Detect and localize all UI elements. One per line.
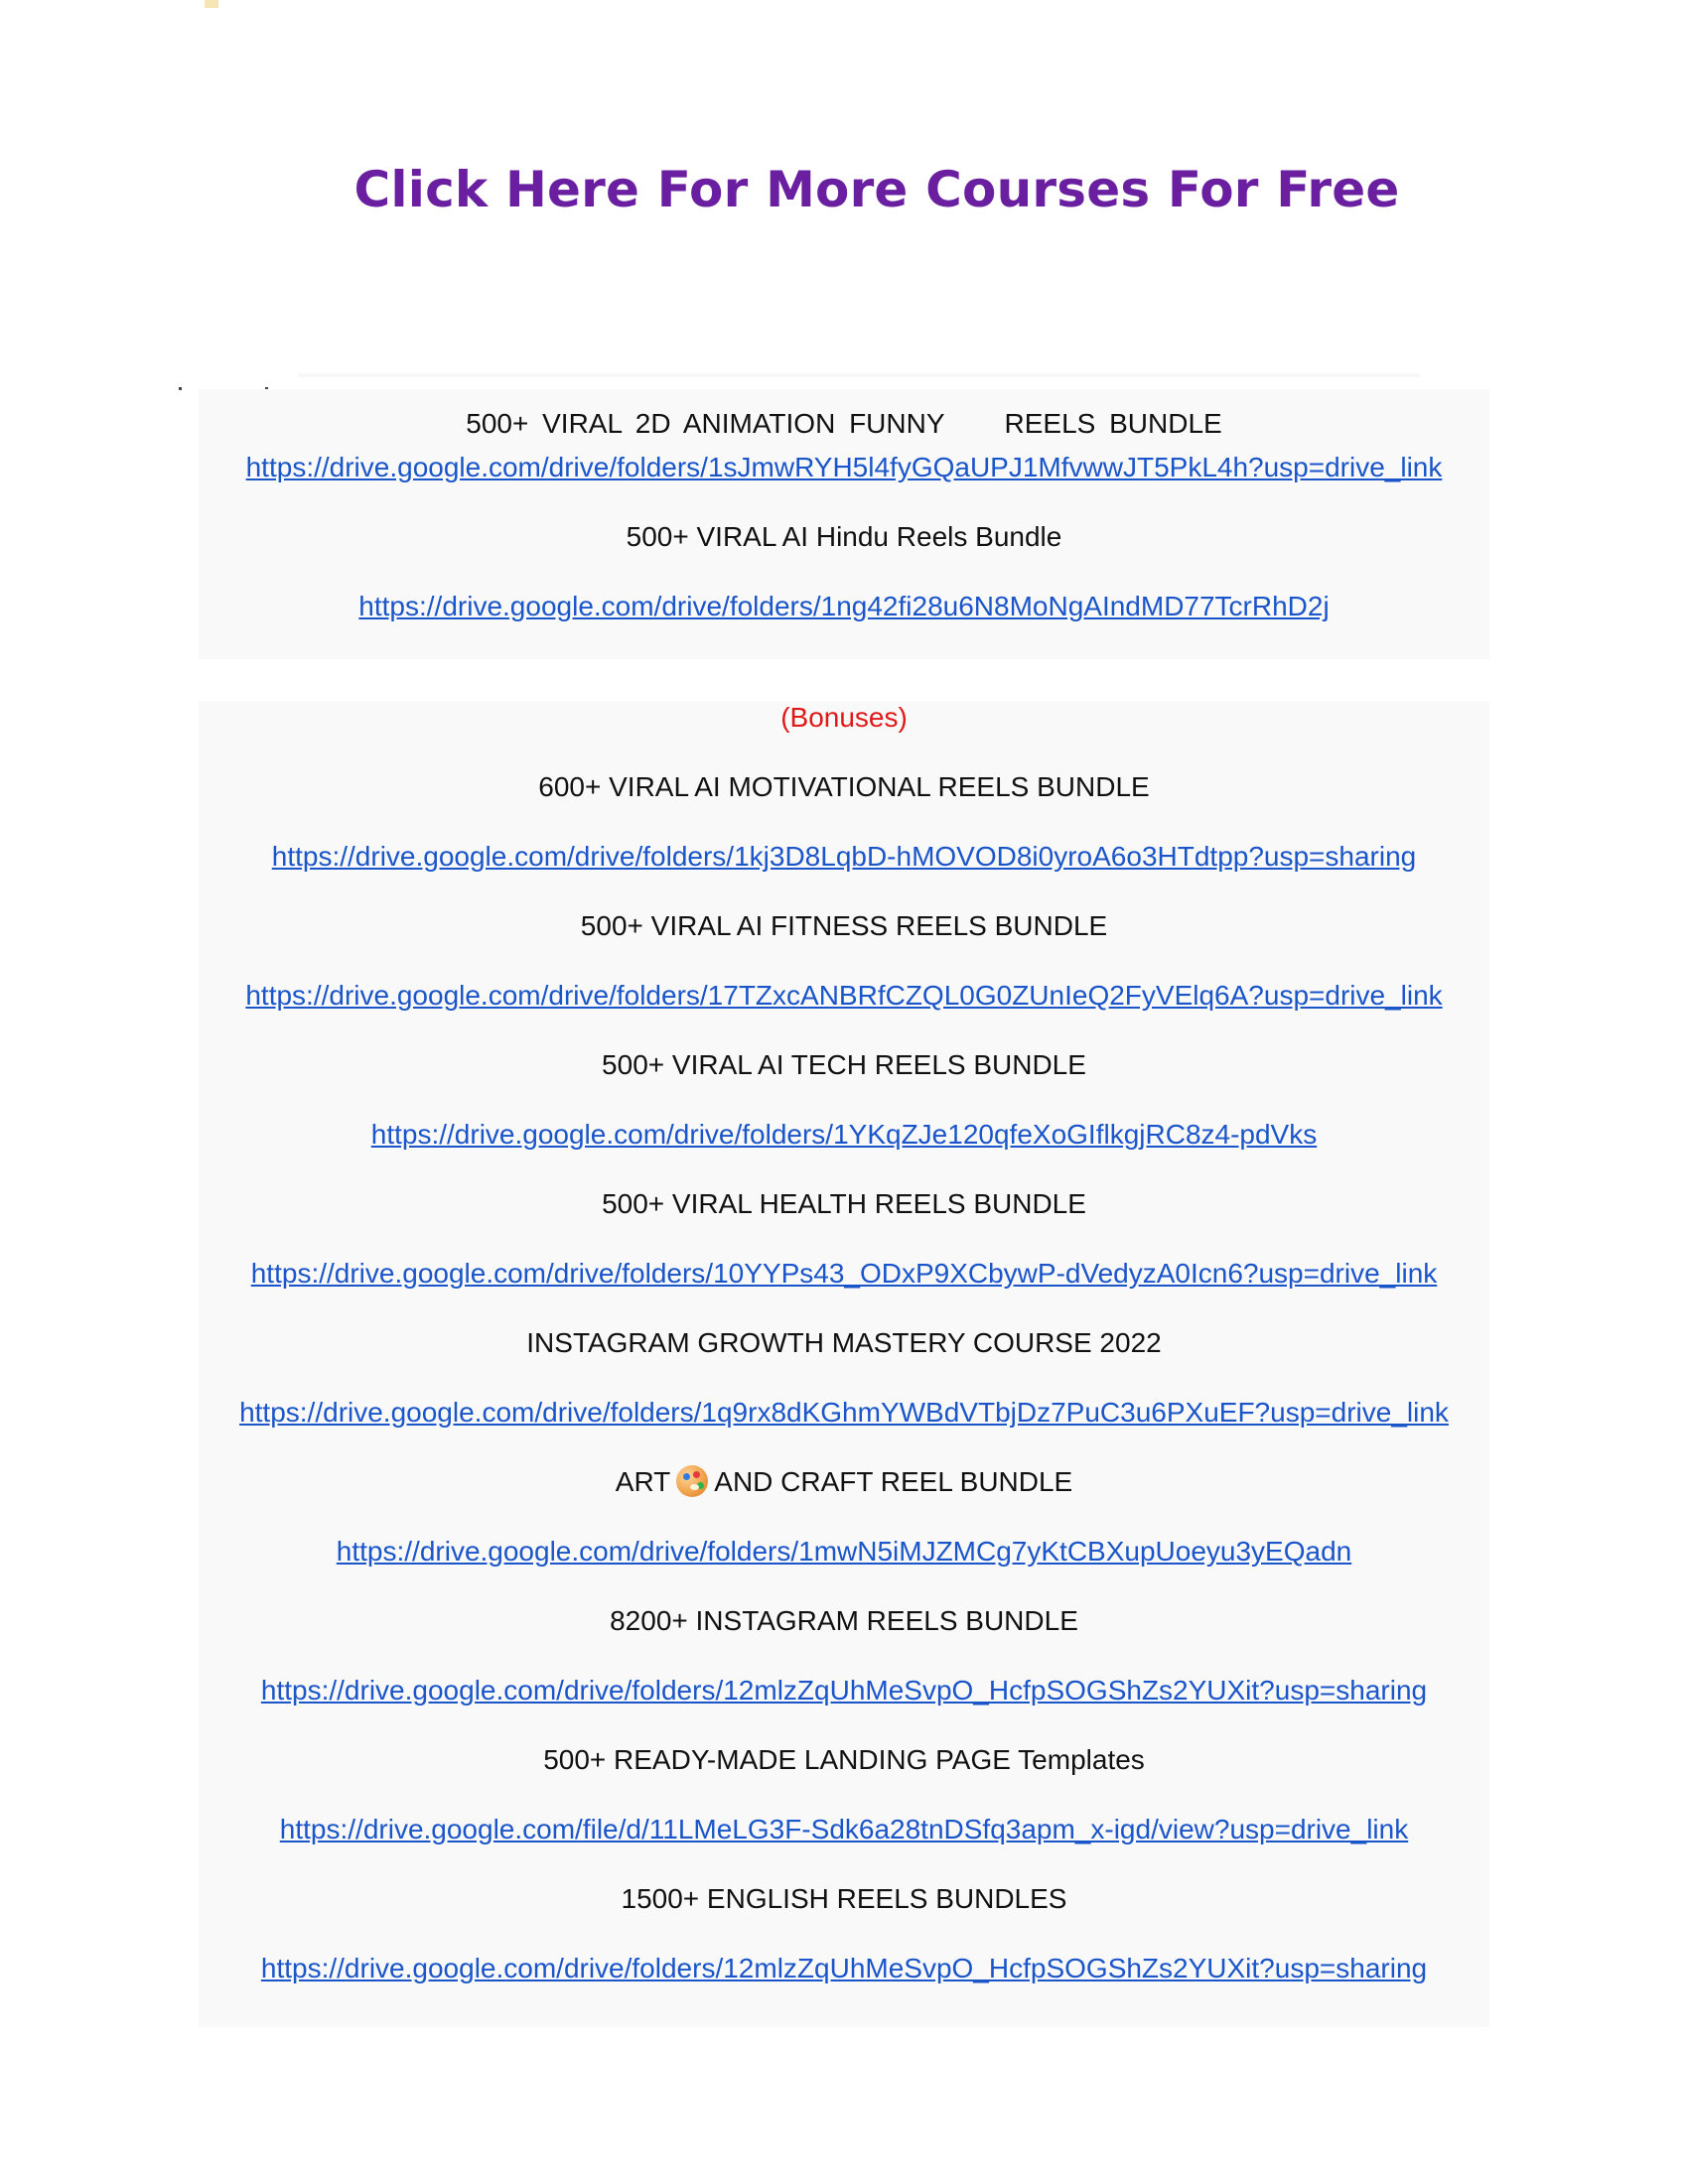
bonus-title: 600+ VIRAL AI MOTIVATIONAL REELS BUNDLE	[538, 771, 1150, 802]
bonus-link[interactable]: https://drive.google.com/drive/folders/1…	[199, 1118, 1489, 1152]
corner-mark	[205, 0, 218, 8]
main-bundles-panel: 500+ VIRAL 2D ANIMATION FUNNY REELS BUNDL…	[199, 389, 1489, 659]
bonus-link[interactable]: https://drive.google.com/drive/folders/1…	[199, 1952, 1489, 1985]
stray-dot	[179, 387, 182, 390]
more-courses-link[interactable]: Click Here For More Courses For Free	[0, 161, 1688, 218]
bonus-title: ART AND CRAFT REEL BUNDLE	[199, 1465, 1489, 1499]
bundle-link[interactable]: https://drive.google.com/drive/folders/1…	[199, 451, 1489, 484]
bundle-title: 500+ VIRAL 2D ANIMATION FUNNY REELS BUNDL…	[199, 407, 1489, 441]
bundle-title: 500+ VIRAL AI Hindu Reels Bundle	[626, 521, 1062, 552]
bonus-link[interactable]: https://drive.google.com/drive/folders/1…	[199, 840, 1489, 874]
bundle-title-part: 500+ VIRAL 2D ANIMATION FUNNY	[466, 408, 945, 439]
bonus-title: 500+ VIRAL AI FITNESS REELS BUNDLE	[580, 910, 1108, 941]
bonus-title-part: AND CRAFT REEL BUNDLE	[714, 1466, 1073, 1497]
bonus-panel: (Bonuses) 600+ VIRAL AI MOTIVATIONAL REE…	[199, 701, 1489, 2027]
bonus-link[interactable]: https://drive.google.com/drive/folders/1…	[199, 1396, 1489, 1430]
bonus-title: 500+ VIRAL AI TECH REELS BUNDLE	[602, 1049, 1086, 1080]
bonus-link[interactable]: https://drive.google.com/file/d/11LMeLG3…	[199, 1813, 1489, 1846]
bonus-link[interactable]: https://drive.google.com/drive/folders/1…	[199, 1674, 1489, 1707]
bonus-title: 500+ VIRAL HEALTH REELS BUNDLE	[602, 1188, 1086, 1219]
bonus-title: 8200+ INSTAGRAM REELS BUNDLE	[610, 1605, 1078, 1636]
bonus-link[interactable]: https://drive.google.com/drive/folders/1…	[199, 979, 1489, 1013]
bonus-title: INSTAGRAM GROWTH MASTERY COURSE 2022	[526, 1327, 1162, 1358]
bundle-title-part: REELS BUNDLE	[1004, 408, 1222, 439]
bundle-link[interactable]: https://drive.google.com/drive/folders/1…	[199, 590, 1489, 623]
divider	[298, 373, 1420, 377]
bonus-title: 1500+ ENGLISH REELS BUNDLES	[621, 1883, 1067, 1914]
bonus-link[interactable]: https://drive.google.com/drive/folders/1…	[199, 1257, 1489, 1291]
bonus-title: 500+ READY-MADE LANDING PAGE Templates	[543, 1744, 1145, 1775]
bonus-link[interactable]: https://drive.google.com/drive/folders/1…	[199, 1535, 1489, 1569]
bonus-title-part: ART	[615, 1466, 671, 1497]
artist-palette-icon	[676, 1465, 709, 1497]
bonus-heading: (Bonuses)	[780, 702, 908, 733]
